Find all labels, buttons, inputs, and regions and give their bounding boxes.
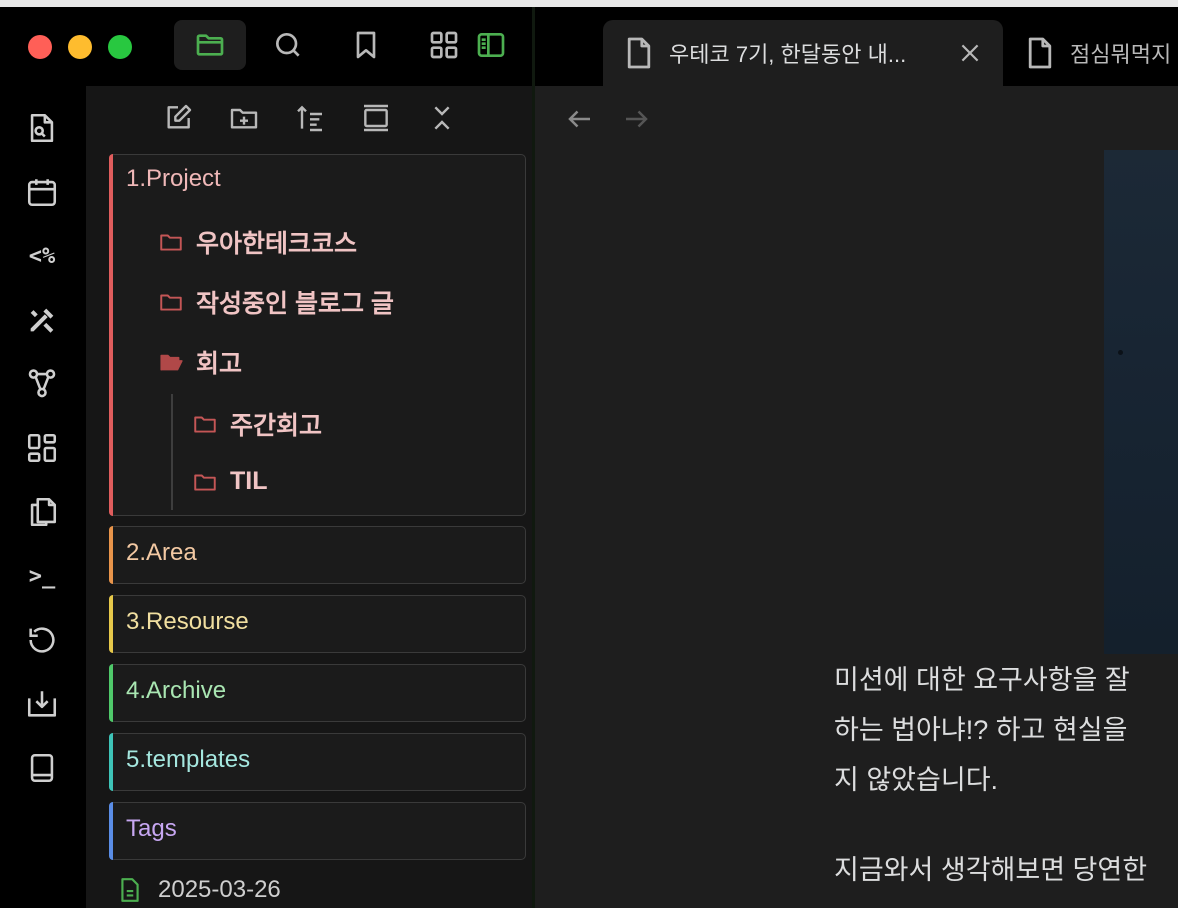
folder-color-bar xyxy=(109,733,113,791)
collapse-all-button[interactable] xyxy=(424,100,460,136)
document-icon xyxy=(627,37,651,69)
file-explorer-button[interactable] xyxy=(174,20,246,70)
folder-color-bar xyxy=(109,664,113,722)
dashboard-icon xyxy=(27,433,57,463)
folder-open-icon xyxy=(160,354,183,371)
folder-icon xyxy=(160,294,182,311)
folder-resource[interactable]: 3.Resourse xyxy=(109,595,526,653)
paragraph-line: 지금와서 생각해보면 당연한 xyxy=(834,855,1148,885)
import-button[interactable] xyxy=(22,684,62,724)
folder-label: 4.Archive xyxy=(126,677,227,704)
paragraph-line: 미션에 대한 요구사항을 잘 xyxy=(834,665,1130,695)
toggle-sidebar-button[interactable] xyxy=(455,20,527,70)
search-file-icon xyxy=(30,113,54,143)
folder-tags[interactable]: Tags xyxy=(109,802,526,860)
window-top-edge xyxy=(0,0,1178,7)
search-icon xyxy=(276,33,300,57)
templater-icon: <% xyxy=(28,243,56,269)
search-file-button[interactable] xyxy=(22,108,62,148)
history-icon xyxy=(29,627,55,653)
close-window-button[interactable] xyxy=(28,35,52,59)
folder-label: 5.templates xyxy=(126,746,251,773)
tree-indent-guide xyxy=(171,394,173,510)
image-detail xyxy=(1118,350,1123,355)
title-bar: 우테코 7기, 한달동안 내... 점심뭐먹지 xyxy=(0,0,1178,86)
folder-icon xyxy=(196,34,224,56)
file-label: 2025-03-26 xyxy=(158,876,281,903)
terminal-button[interactable]: >_ xyxy=(22,556,62,596)
folder-label: 회고 xyxy=(196,350,243,378)
folder-icon xyxy=(160,234,182,251)
editor-pane: 미션에 대한 요구사항을 잘 하는 법아냐!? 하고 현실을 지 않았습니다. … xyxy=(535,86,1178,908)
tab-title: 점심뭐먹지 xyxy=(1070,42,1172,67)
terminal-icon: >_ xyxy=(28,563,56,589)
folder-icon xyxy=(194,416,216,433)
close-icon[interactable] xyxy=(957,40,983,66)
paragraph-line: 지 않았습니다. xyxy=(834,765,999,795)
file-explorer: 1.Project 우아한테크코스 작성중인 블로그 글 회고 주간회고 TIL… xyxy=(86,86,532,908)
folder-label: 작성중인 블로그 글 xyxy=(196,290,394,318)
folder-label: 2.Area xyxy=(126,539,197,566)
minimize-window-button[interactable] xyxy=(68,35,92,59)
sort-icon xyxy=(297,105,322,132)
folder-woowa-techcourse[interactable]: 우아한테크코스 xyxy=(158,224,357,260)
folder-label: 3.Resourse xyxy=(126,608,249,635)
book-button[interactable] xyxy=(22,748,62,788)
tab-inactive-note[interactable]: 점심뭐먹지 xyxy=(1004,20,1178,86)
file-daily-note[interactable]: 2025-03-26 xyxy=(118,876,281,904)
folder-label: 우아한테크코스 xyxy=(196,230,358,258)
paragraph-line: 하는 법아냐!? 하고 현실을 xyxy=(834,715,1128,745)
excalidraw-icon xyxy=(30,308,54,333)
folder-til[interactable]: TIL xyxy=(192,467,268,496)
folder-color-bar xyxy=(109,802,113,860)
folder-label: TIL xyxy=(230,467,268,495)
book-icon xyxy=(30,753,54,783)
tab-active-note[interactable]: 우테코 7기, 한달동안 내... xyxy=(603,20,1003,86)
history-button[interactable] xyxy=(22,620,62,660)
folder-retrospective[interactable]: 회고 xyxy=(158,344,242,380)
new-note-icon xyxy=(167,104,192,129)
back-arrow-icon[interactable] xyxy=(565,104,595,134)
graph-view-button[interactable] xyxy=(22,364,62,404)
sort-button[interactable] xyxy=(292,100,328,136)
folder-color-bar xyxy=(109,154,113,516)
excalidraw-button[interactable] xyxy=(22,300,62,340)
tab-title: 우테코 7기, 한달동안 내... xyxy=(669,42,907,67)
change-view-button[interactable] xyxy=(358,100,394,136)
folder-archive[interactable]: 4.Archive xyxy=(109,664,526,722)
document-icon xyxy=(1028,37,1052,69)
folder-label: Tags xyxy=(126,815,177,842)
bookmarks-button[interactable] xyxy=(330,20,402,70)
forward-arrow-icon[interactable] xyxy=(621,104,651,134)
sidebar-toggle-icon xyxy=(477,33,505,57)
calendar-button[interactable] xyxy=(22,172,62,212)
folder-icon xyxy=(194,474,216,491)
left-ribbon: <% >_ xyxy=(0,86,86,908)
new-folder-button[interactable] xyxy=(226,100,262,136)
templater-button[interactable]: <% xyxy=(22,236,62,276)
new-note-button[interactable] xyxy=(160,100,196,136)
bookmark-icon xyxy=(356,31,376,59)
dashboard-button[interactable] xyxy=(22,428,62,468)
embedded-image[interactable] xyxy=(1104,150,1178,654)
copy-button[interactable] xyxy=(22,492,62,532)
folder-blog-drafts[interactable]: 작성중인 블로그 글 xyxy=(158,284,394,320)
import-icon xyxy=(27,691,57,717)
copy-icon xyxy=(30,497,57,527)
graph-icon xyxy=(28,369,56,398)
calendar-icon xyxy=(27,179,57,207)
new-folder-icon xyxy=(230,108,258,129)
collapse-view-icon xyxy=(364,104,388,132)
folder-label: 주간회고 xyxy=(230,412,323,440)
folder-weekly-retro[interactable]: 주간회고 xyxy=(192,406,322,442)
folder-templates[interactable]: 5.templates xyxy=(109,733,526,791)
folder-color-bar xyxy=(109,526,113,584)
folder-area[interactable]: 2.Area xyxy=(109,526,526,584)
zoom-window-button[interactable] xyxy=(108,35,132,59)
search-button[interactable] xyxy=(252,20,324,70)
folder-label: 1.Project xyxy=(126,165,221,192)
file-icon xyxy=(121,878,139,902)
collapse-all-icon xyxy=(434,106,450,130)
folder-color-bar xyxy=(109,595,113,653)
